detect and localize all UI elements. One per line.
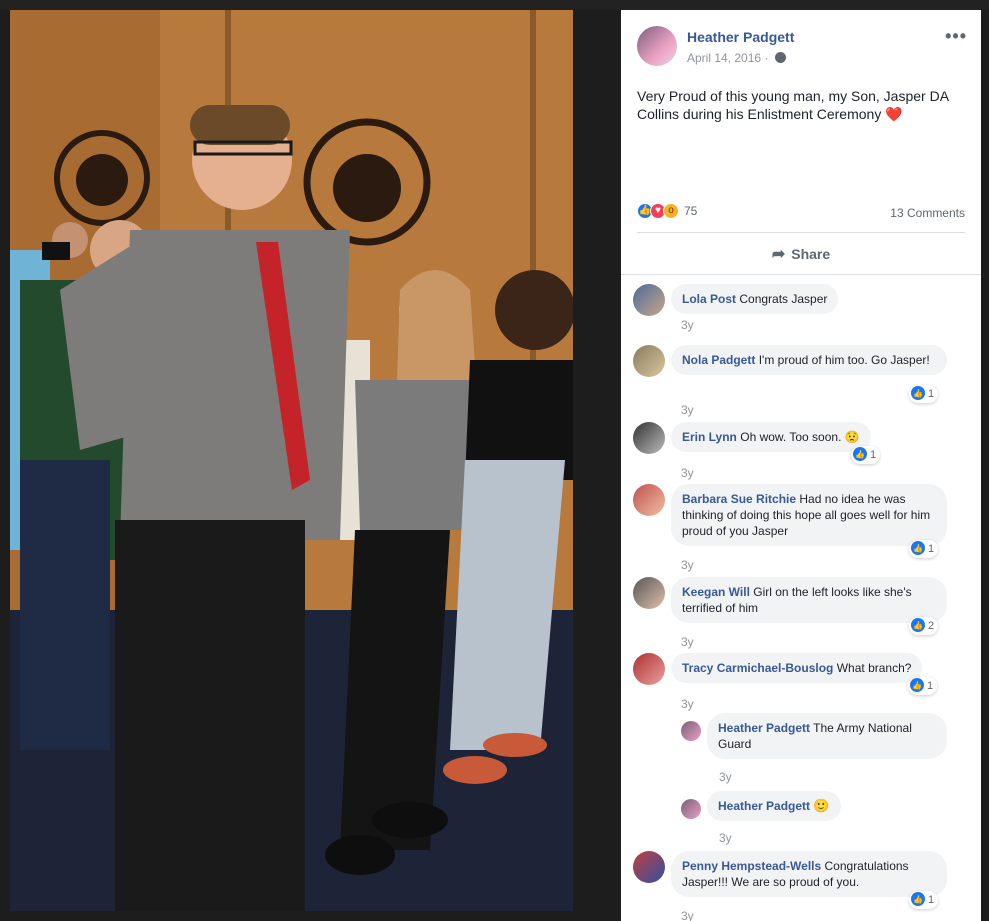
comment-time[interactable]: 3y: [681, 558, 694, 572]
comment-bubble: Tracy Carmichael-Bouslog What branch?: [671, 653, 923, 683]
like-icon: [911, 540, 925, 558]
like-icon: [911, 385, 925, 403]
top-navigation-bar: [0, 0, 989, 10]
comment-time[interactable]: 3y: [681, 466, 694, 480]
commenter-name[interactable]: Lola Post: [682, 292, 736, 306]
comment-time[interactable]: 3y: [681, 697, 694, 711]
post-date[interactable]: April 14, 2016: [687, 51, 761, 65]
comment-like-count[interactable]: 1: [909, 891, 939, 909]
author-avatar[interactable]: [637, 26, 677, 66]
commenter-name[interactable]: Tracy Carmichael-Bouslog: [682, 661, 833, 675]
commenter-name[interactable]: Heather Padgett: [718, 721, 810, 735]
commenter-name[interactable]: Barbara Sue Ritchie: [682, 492, 796, 506]
comments-count[interactable]: 13 Comments: [890, 206, 965, 220]
commenter-avatar[interactable]: [633, 653, 665, 685]
replier-avatar[interactable]: [681, 799, 701, 819]
commenter-avatar[interactable]: [633, 284, 665, 316]
smile-emoji-icon: 🙂: [813, 798, 830, 813]
comment-time[interactable]: 3y: [681, 403, 694, 417]
replier-avatar[interactable]: [681, 721, 701, 741]
commenter-name[interactable]: Penny Hempstead-Wells: [682, 859, 821, 873]
commenter-name[interactable]: Heather Padgett: [718, 799, 810, 813]
post-photo[interactable]: [10, 10, 573, 911]
like-icon: [910, 677, 924, 695]
comment-like-count[interactable]: 1: [909, 540, 939, 558]
commenter-name[interactable]: Erin Lynn: [682, 430, 737, 444]
share-row: ➦ Share: [637, 236, 965, 272]
comment-text: Congrats Jasper: [739, 292, 828, 306]
like-icon: [911, 617, 925, 635]
commenter-avatar[interactable]: [633, 422, 665, 454]
like-icon: [853, 446, 867, 464]
comment-bubble: Lola Post Congrats Jasper: [671, 284, 839, 314]
commenter-name[interactable]: Keegan Will: [682, 585, 750, 599]
globe-icon: [774, 52, 786, 63]
post-details-panel: Heather Padgett April 14, 2016 · ••• Ver…: [621, 10, 981, 921]
comment-time[interactable]: 3y: [719, 831, 732, 845]
commenter-avatar[interactable]: [633, 851, 665, 883]
reply-bubble: Heather Padgett 🙂: [707, 791, 841, 821]
post-date-row: April 14, 2016 ·: [687, 51, 786, 65]
share-arrow-icon: ➦: [771, 246, 786, 263]
comment-bubble: Erin Lynn Oh wow. Too soon. 😟: [671, 422, 871, 452]
comment-like-count[interactable]: 1: [908, 677, 938, 695]
comment-text: What branch?: [836, 661, 912, 675]
more-options-icon[interactable]: •••: [945, 26, 967, 47]
post-text: Very Proud of this young man, my Son, Ja…: [637, 87, 967, 123]
comment-text: I'm proud of him too. Go Jasper!: [758, 353, 930, 367]
commenter-avatar[interactable]: [633, 484, 665, 516]
comment-time[interactable]: 3y: [681, 909, 694, 921]
comment-bubble: Nola Padgett I'm proud of him too. Go Ja…: [671, 345, 947, 375]
reply-bubble: Heather Padgett The Army National Guard: [707, 713, 947, 759]
comment-bubble: Keegan Will Girl on the left looks like …: [671, 577, 947, 623]
reactions-bar[interactable]: 👍 ♥ o 75 13 Comments: [637, 203, 965, 221]
comment-like-count[interactable]: 1: [851, 446, 881, 464]
comment-like-count[interactable]: 2: [909, 617, 939, 635]
commenter-avatar[interactable]: [633, 577, 665, 609]
comment-bubble: Penny Hempstead-Wells Congratulations Ja…: [671, 851, 947, 897]
post-header: Heather Padgett April 14, 2016 · •••: [637, 26, 967, 70]
like-icon: [911, 891, 925, 909]
comment-bubble: Barbara Sue Ritchie Had no idea he was t…: [671, 484, 947, 546]
comment-text: Oh wow. Too soon. 😟: [740, 430, 860, 444]
date-separator: ·: [764, 51, 769, 65]
comment-like-count[interactable]: 1: [909, 385, 939, 403]
wow-reaction-icon: o: [663, 203, 679, 219]
post-author-name[interactable]: Heather Padgett: [687, 29, 794, 45]
share-label: Share: [791, 246, 831, 262]
comment-time[interactable]: 3y: [681, 318, 694, 332]
share-button[interactable]: ➦ Share: [772, 236, 830, 273]
commenter-avatar[interactable]: [633, 345, 665, 377]
heart-emoji-icon: ❤️: [885, 106, 903, 122]
divider: [637, 232, 965, 233]
reaction-count[interactable]: 75: [684, 204, 697, 218]
divider: [621, 274, 981, 275]
commenter-name[interactable]: Nola Padgett: [682, 353, 755, 367]
comment-time[interactable]: 3y: [719, 770, 732, 784]
comment-time[interactable]: 3y: [681, 635, 694, 649]
